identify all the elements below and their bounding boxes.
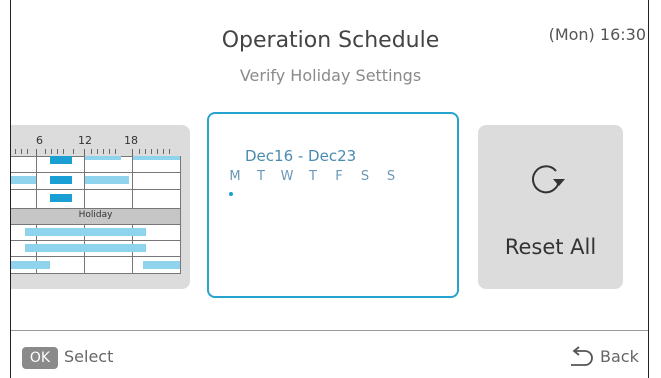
schedule-bar — [85, 156, 121, 160]
holiday-date-range: Dec16 - Dec23 — [245, 147, 357, 165]
schedule-bar — [11, 176, 36, 184]
reset-all-label: Reset All — [504, 235, 597, 259]
schedule-bar — [50, 176, 72, 184]
select-hint-label: Select — [64, 347, 114, 366]
holiday-day-marker — [229, 192, 233, 196]
schedule-bar — [11, 261, 50, 269]
schedule-preview-card[interactable]: 6 12 18 Holiday — [11, 125, 190, 289]
hour-ruler — [11, 149, 180, 156]
schedule-bar — [50, 194, 72, 202]
weekday-tue: T — [257, 169, 265, 184]
screen-border-right — [648, 0, 649, 378]
reset-all-button[interactable]: Reset All — [478, 125, 623, 289]
holiday-label: Holiday — [78, 210, 113, 220]
schedule-bar — [25, 244, 146, 252]
back-hint-label[interactable]: Back — [600, 347, 639, 366]
schedule-bar — [143, 261, 180, 269]
weekday-mon: M — [229, 169, 241, 184]
schedule-bar — [85, 176, 129, 184]
page-subtitle: Verify Holiday Settings — [239, 66, 422, 85]
footer-divider — [11, 330, 648, 331]
weekday-sun: S — [386, 169, 396, 184]
hour-label-18: 18 — [124, 134, 138, 147]
hour-label-12: 12 — [78, 134, 92, 147]
weekday-thu: T — [309, 169, 317, 184]
weekday-sat: S — [360, 169, 370, 184]
holiday-period-card[interactable]: Dec16 - Dec23 M T W T F S S — [207, 112, 459, 298]
hour-label-6: 6 — [36, 134, 43, 147]
clock: (Mon) 16:30 — [548, 25, 646, 44]
back-arrow-icon[interactable] — [566, 346, 594, 368]
schedule-bar — [50, 156, 72, 164]
weekday-wed: W — [280, 169, 294, 184]
ok-button-badge[interactable]: OK — [22, 347, 58, 369]
refresh-icon — [532, 165, 565, 194]
holiday-band: Holiday — [11, 208, 180, 225]
schedule-bar — [25, 228, 146, 236]
schedule-grid: Holiday — [11, 156, 181, 274]
weekday-fri: F — [335, 169, 343, 184]
schedule-bar — [133, 156, 180, 160]
